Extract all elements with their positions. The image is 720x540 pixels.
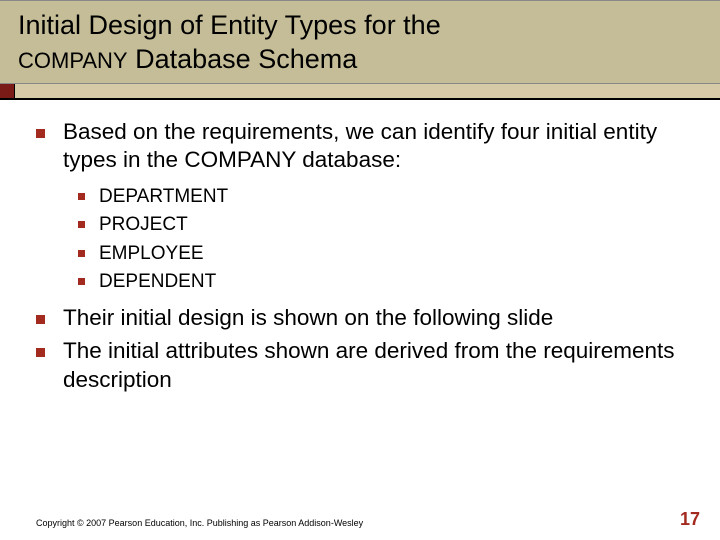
bullet-1: Based on the requirements, we can identi… xyxy=(36,118,684,176)
sub-bullet-3-text: EMPLOYEE xyxy=(99,242,204,266)
copyright-footer: Copyright © 2007 Pearson Education, Inc.… xyxy=(36,518,363,528)
slide-title: Initial Design of Entity Types for the C… xyxy=(18,9,702,77)
sub-bullet-4: DEPENDENT xyxy=(78,270,684,294)
title-line2-rest: Database Schema xyxy=(128,44,358,74)
bullet-icon xyxy=(78,221,85,228)
bullet-3-text: The initial attributes shown are derived… xyxy=(63,337,684,395)
sub-bullet-3: EMPLOYEE xyxy=(78,242,684,266)
title-line1: Initial Design of Entity Types for the xyxy=(18,10,441,40)
title-company: COMPANY xyxy=(18,48,128,73)
sub-bullet-1-text: DEPARTMENT xyxy=(99,185,228,209)
bullet-icon xyxy=(36,348,45,357)
sub-bullet-1: DEPARTMENT xyxy=(78,185,684,209)
page-number: 17 xyxy=(680,509,700,530)
bullet-icon xyxy=(36,315,45,324)
sub-bullets: DEPARTMENT PROJECT EMPLOYEE DEPENDENT xyxy=(36,185,684,294)
sub-bullet-2: PROJECT xyxy=(78,213,684,237)
bullet-icon xyxy=(78,278,85,285)
bullet-icon xyxy=(36,129,45,138)
bullet-2: Their initial design is shown on the fol… xyxy=(36,304,684,333)
bullet-icon xyxy=(78,193,85,200)
divider-accent xyxy=(0,84,14,98)
sub-bullet-2-text: PROJECT xyxy=(99,213,188,237)
bullet-icon xyxy=(78,250,85,257)
sub-bullet-4-text: DEPENDENT xyxy=(99,270,216,294)
slide-header: Initial Design of Entity Types for the C… xyxy=(0,0,720,84)
bullet-1-text: Based on the requirements, we can identi… xyxy=(63,118,684,176)
slide-body: Based on the requirements, we can identi… xyxy=(0,100,720,395)
divider-fill xyxy=(14,84,720,98)
header-divider xyxy=(0,84,720,100)
bullet-2-text: Their initial design is shown on the fol… xyxy=(63,304,553,333)
bullet-3: The initial attributes shown are derived… xyxy=(36,337,684,395)
